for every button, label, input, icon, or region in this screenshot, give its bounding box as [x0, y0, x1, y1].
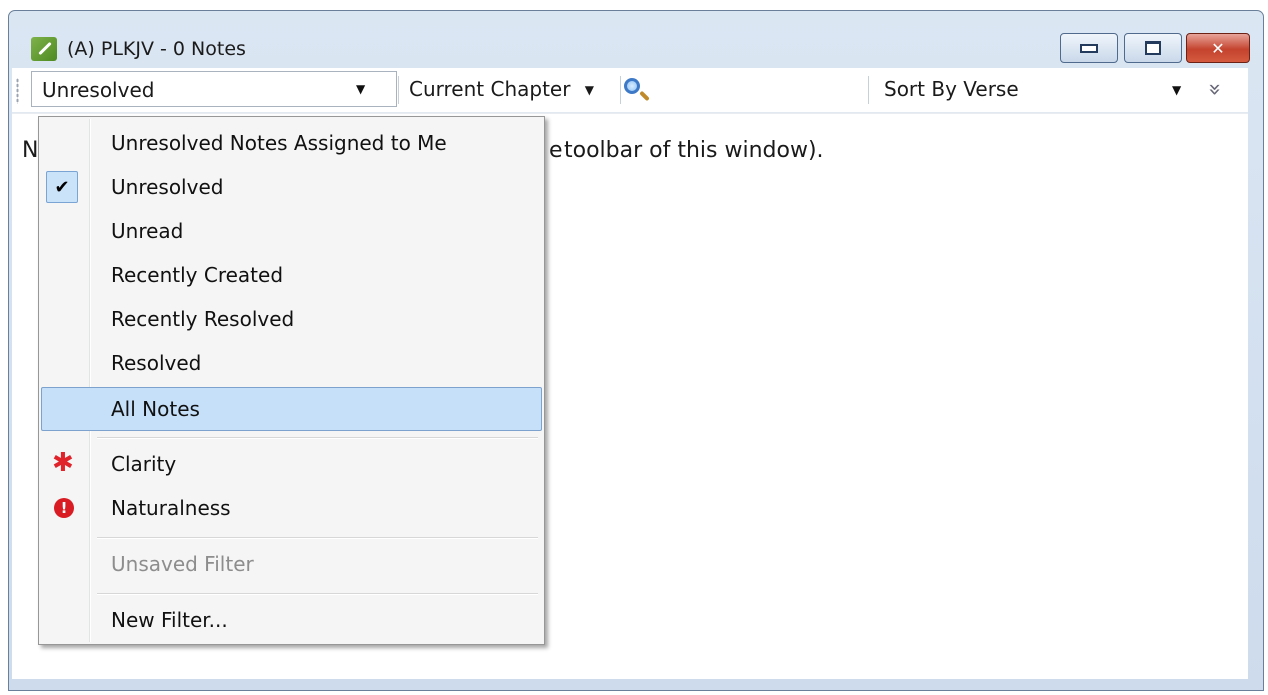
filter-dropdown[interactable]: Unresolved ▼ — [31, 71, 397, 107]
toolbar-grip[interactable] — [16, 78, 19, 104]
chevron-down-icon: ▼ — [356, 82, 366, 96]
title-bar[interactable]: (A) PLKJV - 0 Notes ✕ — [9, 11, 1263, 73]
menu-item-unresolved[interactable]: ✔ Unresolved — [41, 167, 542, 207]
menu-item-unread[interactable]: Unread — [41, 211, 542, 251]
menu-item-resolved[interactable]: Resolved — [41, 343, 542, 383]
asterisk-icon: ✱ — [52, 448, 74, 478]
menu-item-recently-resolved[interactable]: Recently Resolved — [41, 299, 542, 339]
menu-separator — [97, 593, 538, 595]
notes-toolbar: Unresolved ▼ Current Chapter ▼ Sort By V… — [12, 68, 1248, 113]
menu-item-label: Naturalness — [111, 496, 231, 520]
filter-dropdown-value: Unresolved — [42, 78, 155, 102]
minimize-icon — [1080, 43, 1098, 53]
chevron-down-icon: ▼ — [584, 83, 595, 97]
menu-item-label: Unread — [111, 219, 184, 243]
toolbar-separator — [620, 76, 621, 104]
toolbar-separator — [398, 76, 399, 104]
menu-item-label: Resolved — [111, 351, 202, 375]
menu-item-new-filter[interactable]: New Filter... — [41, 600, 542, 640]
filter-dropdown-menu: Unresolved Notes Assigned to Me ✔ Unreso… — [38, 116, 545, 645]
menu-item-clarity[interactable]: ✱ Clarity — [41, 444, 542, 484]
menu-separator — [97, 437, 538, 439]
menu-item-recently-created[interactable]: Recently Created — [41, 255, 542, 295]
menu-item-unsaved-filter: Unsaved Filter — [41, 544, 542, 584]
menu-item-label: Recently Created — [111, 263, 284, 287]
exclamation-icon: ! — [54, 498, 74, 518]
menu-item-label: Unresolved Notes Assigned to Me — [111, 131, 447, 155]
search-icon[interactable] — [624, 78, 640, 94]
chevron-down-icon: ▼ — [1172, 83, 1182, 97]
search-input[interactable] — [624, 74, 864, 106]
sort-dropdown-value: Sort By Verse — [884, 77, 1019, 101]
checkmark-icon: ✔ — [46, 171, 78, 203]
maximize-button[interactable] — [1124, 33, 1182, 63]
empty-message-start: N — [22, 138, 39, 163]
close-button[interactable]: ✕ — [1186, 33, 1250, 63]
empty-message-fragment: e — [549, 138, 563, 163]
menu-item-label: Recently Resolved — [111, 307, 295, 331]
menu-item-unresolved-assigned[interactable]: Unresolved Notes Assigned to Me — [41, 123, 542, 163]
menu-item-label: Unresolved — [111, 175, 224, 199]
double-chevron-icon: » — [1202, 82, 1228, 96]
menu-item-label: All Notes — [111, 397, 200, 421]
menu-item-label: Unsaved Filter — [111, 552, 254, 576]
toolbar-separator — [868, 76, 869, 104]
toolbar-overflow-button[interactable]: » — [1198, 72, 1232, 106]
menu-separator — [97, 537, 538, 539]
menu-item-label: New Filter... — [111, 608, 228, 632]
menu-item-naturalness[interactable]: ! Naturalness — [41, 488, 542, 528]
empty-message: toolbar of this window). — [564, 138, 824, 163]
window-title: (A) PLKJV - 0 Notes — [67, 38, 246, 60]
menu-item-label: Clarity — [111, 452, 177, 476]
scope-dropdown-button[interactable]: Current Chapter ▼ — [409, 77, 594, 101]
scope-label: Current Chapter — [409, 77, 571, 101]
menu-item-all-notes[interactable]: All Notes — [41, 387, 542, 431]
sort-dropdown[interactable]: Sort By Verse ▼ — [874, 77, 1194, 107]
close-icon: ✕ — [1211, 38, 1225, 58]
app-logo-icon — [31, 37, 57, 61]
minimize-button[interactable] — [1060, 33, 1118, 63]
maximize-icon — [1145, 41, 1161, 55]
